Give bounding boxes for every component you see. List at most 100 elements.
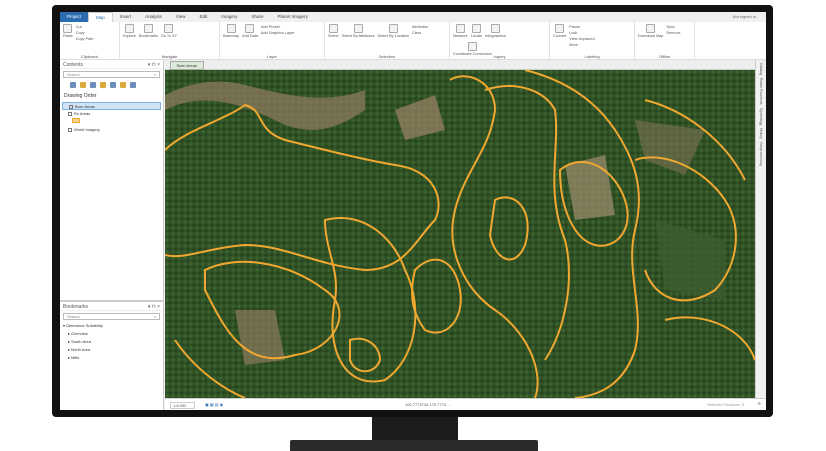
contents-title: Contents xyxy=(63,62,84,68)
measure-icon xyxy=(455,24,465,33)
convert-button[interactable]: Convert xyxy=(553,24,566,48)
ribbon-group-label: Selection xyxy=(378,54,396,59)
bookmark-item[interactable]: ▸ Overview xyxy=(60,330,163,338)
ribbon-group-label: Navigate xyxy=(161,54,178,59)
sign-in-status[interactable]: Not signed in xyxy=(733,14,756,19)
ribbon-group-selection: Select Select By Attributes Select By Loca… xyxy=(325,22,450,60)
locate-icon xyxy=(471,24,481,33)
select-by-location-button[interactable]: Select By Location xyxy=(378,24,409,39)
monitor-stand-base xyxy=(290,440,538,451)
bookmarks-pane: Bookmarks ▾ ⊓ × Search ⌕ ▾ Determine Suita… xyxy=(60,300,164,410)
tab-imagery[interactable]: Imagery xyxy=(214,12,244,22)
paste-icon xyxy=(63,24,73,33)
drawing-order-icon[interactable] xyxy=(70,82,76,88)
tab-geoprocessing[interactable]: Geoprocessing xyxy=(759,142,763,166)
tab-project[interactable]: Project xyxy=(60,12,89,22)
select-by-attributes-button[interactable]: Select By Attributes xyxy=(342,24,375,39)
map-view[interactable] xyxy=(165,70,755,398)
basemap-button[interactable]: Basemap xyxy=(223,24,239,39)
layer-rx-areas[interactable]: Rx Areas xyxy=(60,110,163,118)
select-by-attributes-icon xyxy=(353,24,363,33)
selection-icon[interactable] xyxy=(90,82,96,88)
copy-path-button[interactable]: Copy Path xyxy=(76,36,94,42)
tab-map[interactable]: Map xyxy=(88,12,113,22)
scale-selector[interactable]: 1:8,952 xyxy=(170,402,196,409)
ribbon-group-labeling: Convert Pause Lock View Unplaced More Labelin… xyxy=(550,22,635,60)
layer-burn-areas[interactable]: Burn Areas xyxy=(62,102,161,110)
ribbon-group-label: Offline xyxy=(658,54,671,59)
labeling-icon[interactable] xyxy=(120,82,126,88)
paste-button[interactable]: Paste xyxy=(63,24,73,42)
ribbon-group-label: Inquiry xyxy=(493,54,506,59)
go-to-xy-button[interactable]: Go To XY xyxy=(161,24,177,39)
remove-button[interactable]: Remove xyxy=(666,30,680,36)
locate-button[interactable]: Locate xyxy=(471,24,482,39)
go-to-xy-icon xyxy=(164,24,174,33)
ribbon-group-offline: Download Map Sync Remove Offline xyxy=(635,22,695,60)
convert-icon xyxy=(555,24,565,33)
ribbon-group-layer: Basemap Add Data Add Preset Add Graphics La… xyxy=(220,22,325,60)
explore-button[interactable]: Explore xyxy=(123,24,136,39)
select-icon xyxy=(328,24,338,33)
tab-share[interactable]: Share xyxy=(245,12,271,22)
data-source-icon[interactable] xyxy=(80,82,86,88)
measure-button[interactable]: Measure xyxy=(453,24,468,39)
bookmarks-title: Bookmarks xyxy=(63,304,89,310)
checkbox-icon[interactable] xyxy=(69,104,73,109)
ribbon-group-clipboard: Paste Cut Copy Copy Path Clipboard xyxy=(60,22,120,60)
add-data-icon xyxy=(245,24,255,33)
drawing-order-heading: Drawing Order xyxy=(64,93,97,99)
coordinate-readout[interactable]: 100.7773734 170.7774 ... xyxy=(405,402,451,407)
tab-symbology[interactable]: Symbology xyxy=(759,108,763,125)
status-bar: 1:8,952 ▣ ▦ ▤ ◉ 100.7773734 170.7774 ...… xyxy=(165,398,766,410)
search-icon: ⌕ xyxy=(153,314,156,319)
select-button[interactable]: Select xyxy=(328,24,339,39)
ribbon-tabs: Project Map Insert Analysis View Edit Im… xyxy=(60,12,766,22)
add-data-button[interactable]: Add Data xyxy=(242,24,258,39)
clear-button[interactable]: Clear xyxy=(412,30,428,36)
bookmark-group[interactable]: ▾ Determine Suitability xyxy=(60,322,163,330)
contents-toolbar xyxy=(60,80,163,90)
map-nav-icons[interactable]: ▣ ▦ ▤ ◉ xyxy=(205,402,223,407)
add-graphics-layer-button[interactable]: Add Graphics Layer xyxy=(261,30,295,36)
rx-areas-symbol xyxy=(60,118,163,126)
bookmarks-search-input[interactable]: Search ⌕ xyxy=(63,313,160,320)
checkbox-icon[interactable] xyxy=(68,111,72,116)
coordinate-conversion-icon xyxy=(467,41,477,51)
bookmarks-button[interactable]: Bookmarks xyxy=(139,24,158,39)
editing-icon[interactable] xyxy=(100,82,106,88)
snapping-icon[interactable] xyxy=(110,82,116,88)
arcgis-pro-window: Project Map Insert Analysis View Edit Im… xyxy=(60,12,766,410)
selected-features[interactable]: Selected Features: 0 xyxy=(707,402,744,407)
ribbon-group-inquiry: Measure Locate Infographics Coordinate Conv… xyxy=(450,22,550,60)
map-tab-burn-areas[interactable]: Burn Areas xyxy=(170,61,204,70)
search-icon: ⌕ xyxy=(153,72,156,77)
tab-edit[interactable]: Edit xyxy=(193,12,215,22)
bookmark-item[interactable]: ▸ South Area xyxy=(60,338,163,346)
pane-controls[interactable]: ▾ ⊓ × xyxy=(148,304,160,310)
tab-view[interactable]: View xyxy=(169,12,193,22)
more-button[interactable]: More xyxy=(569,42,594,48)
infographics-button[interactable]: Infographics xyxy=(485,24,506,39)
tab-insert[interactable]: Insert xyxy=(113,12,138,22)
ribbon-group-label: Labeling xyxy=(584,54,600,59)
basemap-icon xyxy=(226,24,236,33)
layer-world-imagery[interactable]: World Imagery xyxy=(60,126,163,134)
tab-catalog[interactable]: Catalog xyxy=(759,63,763,75)
bookmark-item[interactable]: ▸ Mills xyxy=(60,354,163,362)
charts-icon[interactable] xyxy=(130,82,136,88)
download-map-button[interactable]: Download Map xyxy=(638,24,663,39)
monitor-stand-neck xyxy=(372,417,458,441)
tab-analysis[interactable]: Analysis xyxy=(138,12,169,22)
tab-history[interactable]: History xyxy=(759,128,763,139)
checkbox-icon[interactable] xyxy=(68,127,72,132)
right-side-tabs: Catalog Raster Functions Symbology Histo… xyxy=(755,60,766,398)
tab-planet-imagery[interactable]: Planet Imagery xyxy=(271,12,315,22)
pane-controls[interactable]: ▾ ⊓ × xyxy=(148,62,160,68)
bookmark-item[interactable]: ▸ North Area xyxy=(60,346,163,354)
contents-search-input[interactable]: Search ⌕ xyxy=(63,71,160,78)
refresh-icon[interactable]: ⟳ xyxy=(758,401,761,406)
select-by-location-icon xyxy=(388,24,398,33)
ribbon-group-label: Layer xyxy=(266,54,277,59)
tab-raster-functions[interactable]: Raster Functions xyxy=(759,78,763,104)
